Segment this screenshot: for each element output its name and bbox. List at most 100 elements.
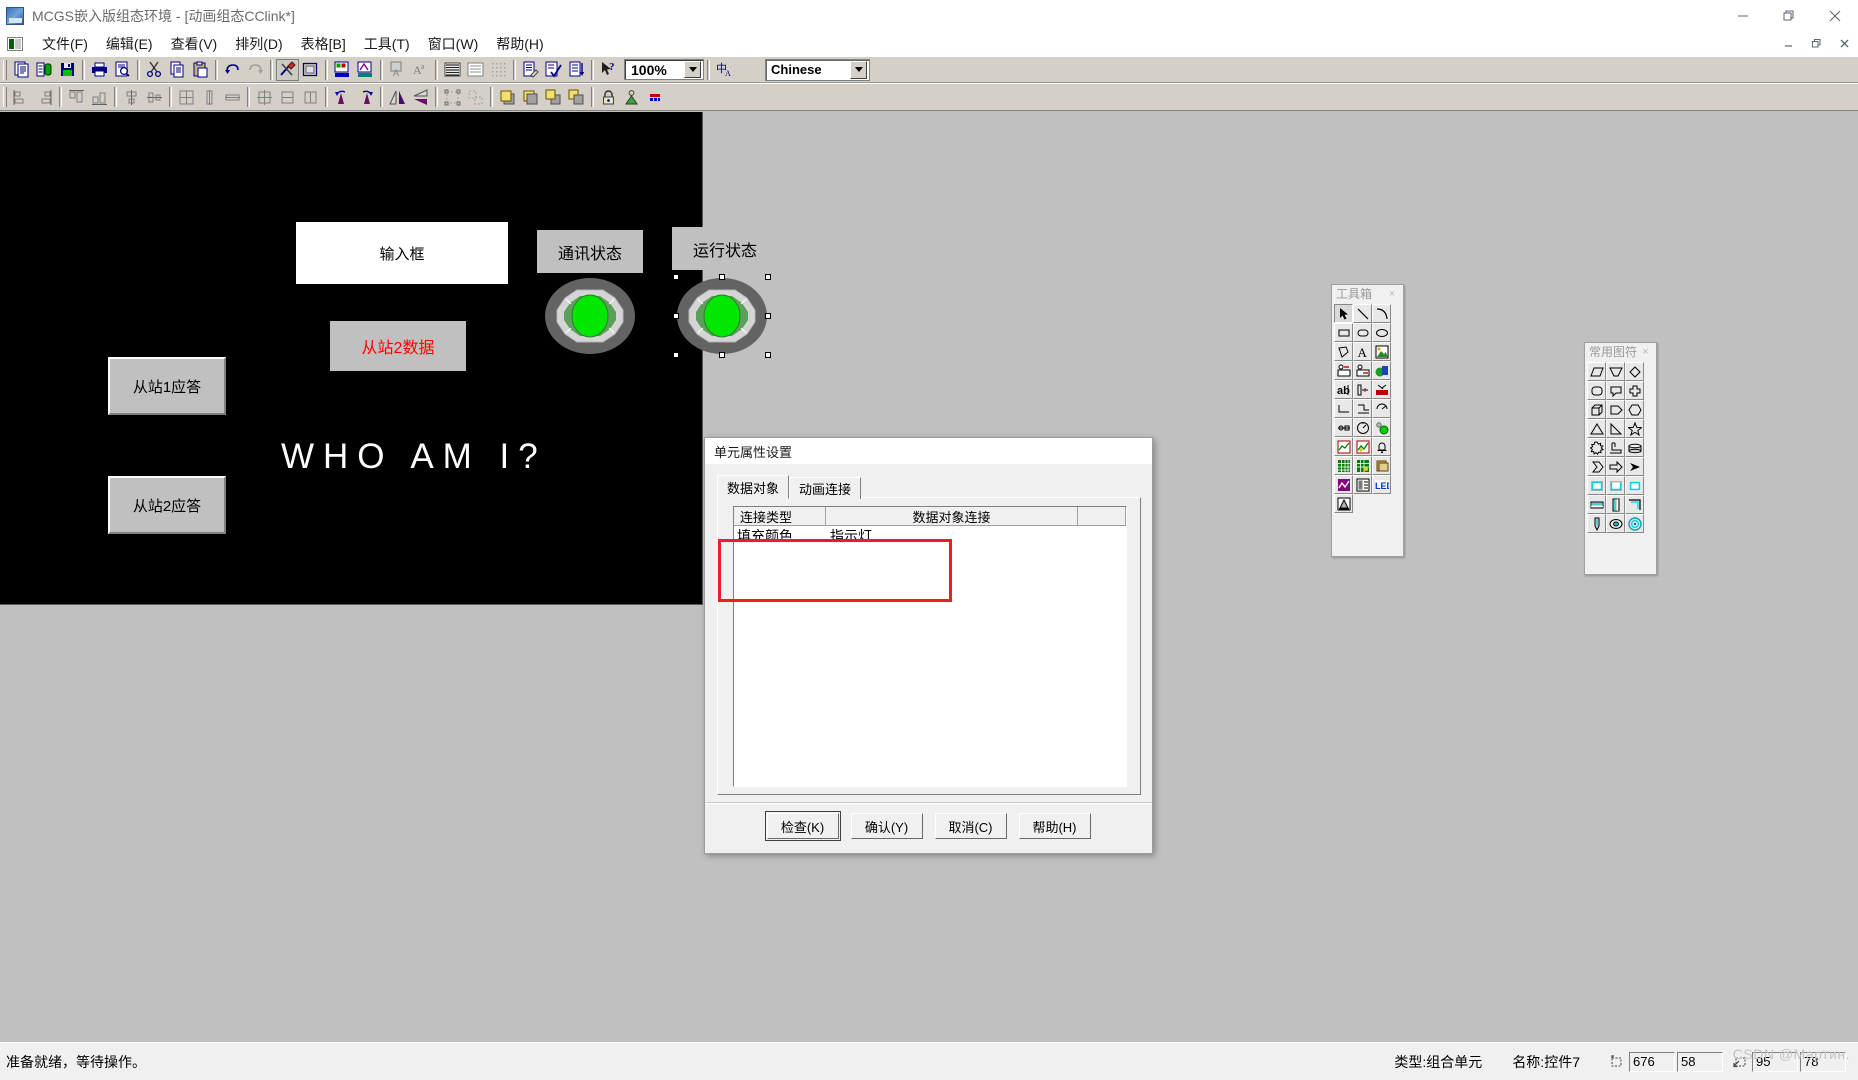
space-vertical-icon[interactable] bbox=[276, 86, 299, 108]
group-icon[interactable] bbox=[441, 86, 464, 108]
send-back-icon[interactable] bbox=[519, 86, 542, 108]
alarm-bell-icon[interactable] bbox=[1372, 437, 1391, 456]
pointer-icon[interactable] bbox=[1587, 514, 1606, 533]
mdi-minimize-button[interactable] bbox=[1774, 31, 1802, 56]
connection-list[interactable]: 连接类型 数据对象连接 填充颜色 指示灯 bbox=[733, 506, 1127, 787]
meter-icon[interactable] bbox=[1353, 418, 1372, 437]
table-row[interactable]: 填充颜色 指示灯 bbox=[734, 526, 1126, 545]
realtime-chart-icon[interactable] bbox=[1334, 437, 1353, 456]
lock-icon[interactable] bbox=[597, 86, 620, 108]
cancel-button[interactable]: 取消(C) bbox=[934, 813, 1007, 839]
button-icon[interactable] bbox=[1372, 361, 1391, 380]
sun-burst-icon[interactable] bbox=[1587, 438, 1606, 457]
history-table-icon[interactable] bbox=[1353, 456, 1372, 475]
space-even-icon[interactable] bbox=[253, 86, 276, 108]
thick-arrow-icon[interactable] bbox=[1606, 457, 1625, 476]
char-color-icon[interactable]: A bbox=[386, 59, 409, 81]
ungroup-icon[interactable] bbox=[464, 86, 487, 108]
column-header-blank[interactable] bbox=[1078, 507, 1126, 526]
arrow-outline-icon[interactable] bbox=[1587, 457, 1606, 476]
label-icon[interactable]: ab bbox=[1334, 380, 1353, 399]
toolbox-palette[interactable]: 工具箱 × A ab LE bbox=[1331, 284, 1404, 557]
mdi-close-button[interactable] bbox=[1830, 31, 1858, 56]
close-icon[interactable]: × bbox=[1637, 345, 1654, 359]
restore-button[interactable] bbox=[1766, 0, 1812, 31]
column-header-connection-type[interactable]: 连接类型 bbox=[734, 507, 826, 526]
slave2-data-label[interactable]: 从站2数据 bbox=[330, 321, 466, 371]
input-box-element[interactable]: 输入框 bbox=[296, 222, 508, 284]
run-status-label[interactable]: 运行状态 bbox=[672, 227, 778, 270]
same-height-icon[interactable] bbox=[198, 86, 221, 108]
rotate-right-icon[interactable] bbox=[354, 86, 377, 108]
solid-arrow-icon[interactable] bbox=[1625, 457, 1644, 476]
bring-front-icon[interactable] bbox=[496, 86, 519, 108]
parallelogram-icon[interactable] bbox=[1587, 362, 1606, 381]
align-right-icon[interactable] bbox=[33, 86, 56, 108]
align-bottom-icon[interactable] bbox=[88, 86, 111, 108]
text-ime-icon[interactable]: 中 A bbox=[713, 59, 736, 81]
line-icon[interactable] bbox=[1353, 304, 1372, 323]
frame-icon[interactable] bbox=[299, 59, 322, 81]
polygon-icon[interactable] bbox=[1334, 342, 1353, 361]
hexagon-icon[interactable] bbox=[1625, 400, 1644, 419]
send-backward-icon[interactable] bbox=[565, 86, 588, 108]
space-horizontal-icon[interactable] bbox=[299, 86, 322, 108]
align-left-icon[interactable] bbox=[10, 86, 33, 108]
pipe-icon[interactable] bbox=[1353, 399, 1372, 418]
flow-block-icon[interactable] bbox=[1334, 399, 1353, 418]
paste-icon[interactable] bbox=[189, 59, 212, 81]
rounded-box-icon[interactable] bbox=[1587, 381, 1606, 400]
copy-icon[interactable] bbox=[166, 59, 189, 81]
rectangle-icon[interactable] bbox=[1334, 323, 1353, 342]
chevron-down-icon[interactable] bbox=[684, 61, 701, 78]
fill-color-icon[interactable] bbox=[331, 59, 354, 81]
frame-cyan-icon[interactable] bbox=[1587, 476, 1606, 495]
selection-handle[interactable] bbox=[673, 313, 679, 319]
selection-handle[interactable] bbox=[673, 274, 679, 280]
valve-icon[interactable] bbox=[1334, 418, 1353, 437]
language-combo[interactable]: Chinese bbox=[765, 58, 870, 81]
ring-target-icon[interactable] bbox=[1625, 514, 1644, 533]
star-icon[interactable] bbox=[1625, 419, 1644, 438]
symbols-palette[interactable]: 常用图符 × bbox=[1584, 342, 1657, 575]
mdi-restore-button[interactable] bbox=[1802, 31, 1830, 56]
hmi-canvas[interactable]: 输入框 从站2数据 通讯状态 运行状态 从站1应答 从站2应答 WHO AM I… bbox=[0, 112, 778, 605]
cylinder-icon[interactable] bbox=[1625, 438, 1644, 457]
cube-icon[interactable] bbox=[1587, 400, 1606, 419]
close-icon[interactable]: × bbox=[1383, 287, 1401, 301]
center-vertical-icon[interactable] bbox=[120, 86, 143, 108]
menu-help[interactable]: 帮助(H) bbox=[487, 32, 552, 56]
align-top-icon[interactable] bbox=[65, 86, 88, 108]
menu-edit[interactable]: 编辑(E) bbox=[97, 32, 162, 56]
ellipse-icon[interactable] bbox=[1372, 323, 1391, 342]
menu-table[interactable]: 表格[B] bbox=[292, 32, 355, 56]
size-width-field[interactable]: 95 bbox=[1752, 1051, 1798, 1072]
grid-icon[interactable] bbox=[487, 59, 510, 81]
elbow-icon[interactable] bbox=[1606, 438, 1625, 457]
tab-animation-link[interactable]: 动画连接 bbox=[789, 477, 862, 499]
bring-forward-icon[interactable] bbox=[542, 86, 565, 108]
sort-icon[interactable] bbox=[565, 59, 588, 81]
selection-handle[interactable] bbox=[765, 313, 771, 319]
indicator-lamp-icon[interactable] bbox=[1372, 418, 1391, 437]
undo-icon[interactable] bbox=[221, 59, 244, 81]
chevron-down-icon[interactable] bbox=[850, 60, 867, 79]
position-x-field[interactable]: 676 bbox=[1629, 1051, 1675, 1072]
dot-target-icon[interactable] bbox=[1606, 514, 1625, 533]
minimize-button[interactable] bbox=[1720, 0, 1766, 31]
toolbox-palette-titlebar[interactable]: 工具箱 × bbox=[1332, 285, 1403, 302]
fill-pattern-icon[interactable] bbox=[441, 59, 464, 81]
selection-handle[interactable] bbox=[719, 352, 725, 358]
palette-icon[interactable] bbox=[643, 86, 666, 108]
run-status-lamp[interactable] bbox=[676, 277, 768, 355]
check-button[interactable]: 检查(K) bbox=[764, 811, 841, 841]
realtime-table-icon[interactable] bbox=[1334, 456, 1353, 475]
unlock-icon[interactable] bbox=[620, 86, 643, 108]
column-header-data-object-link[interactable]: 数据对象连接 bbox=[826, 507, 1078, 526]
triangle-icon[interactable] bbox=[1587, 419, 1606, 438]
column-3d-icon[interactable] bbox=[1606, 495, 1625, 514]
frame-open-icon[interactable] bbox=[1606, 476, 1625, 495]
print-preview-icon[interactable] bbox=[111, 59, 134, 81]
scrollbar-icon[interactable] bbox=[1372, 380, 1391, 399]
print-icon[interactable] bbox=[88, 59, 111, 81]
